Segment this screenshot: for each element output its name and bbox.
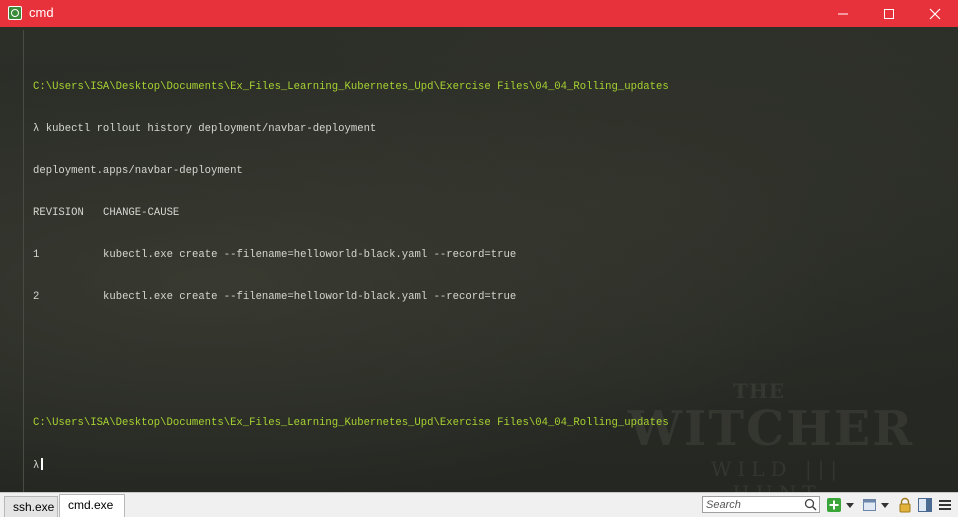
table-header: REVISION CHANGE-CAUSE <box>33 206 669 220</box>
status-tab-bar: ssh.exe cmd.exe <box>0 492 958 517</box>
text-cursor <box>41 458 44 470</box>
command-line: λ kubectl rollout history deployment/nav… <box>33 123 377 135</box>
prompt-path: C:\Users\ISA\Desktop\Documents\Ex_Files_… <box>33 417 669 429</box>
maximize-button[interactable] <box>866 0 912 27</box>
tab-ssh[interactable]: ssh.exe <box>4 496 58 517</box>
split-view-icon[interactable] <box>917 497 933 513</box>
prompt-symbol: λ <box>33 460 40 472</box>
chevron-down-icon[interactable] <box>845 497 855 513</box>
search-icon[interactable] <box>804 498 817 511</box>
search-box[interactable] <box>702 496 820 513</box>
maximize-icon <box>884 8 894 19</box>
close-button[interactable] <box>912 0 958 27</box>
table-row: 1 kubectl.exe create --filename=helloworl… <box>33 248 669 262</box>
prompt-path: C:\Users\ISA\Desktop\Documents\Ex_Files_… <box>33 81 669 93</box>
chevron-down-icon[interactable] <box>880 497 890 513</box>
change-cause-cell: kubectl.exe create --filename=helloworld… <box>103 249 517 261</box>
column-header: CHANGE-CAUSE <box>103 207 180 219</box>
window-title: cmd <box>29 5 54 20</box>
minimize-icon <box>838 13 848 14</box>
output-line: deployment.apps/navbar-deployment <box>33 165 243 177</box>
console-icon[interactable] <box>8 6 22 20</box>
column-header: REVISION <box>33 207 84 219</box>
title-bar: cmd <box>0 0 958 27</box>
minimize-button[interactable] <box>820 0 866 27</box>
search-input[interactable] <box>703 497 806 512</box>
revision-cell: 1 <box>33 249 40 261</box>
plus-icon[interactable] <box>826 497 842 513</box>
close-icon <box>929 8 941 19</box>
prompt-line[interactable]: λ <box>33 458 669 472</box>
change-cause-cell: kubectl.exe create --filename=helloworld… <box>103 291 517 303</box>
terminal-output[interactable]: C:\Users\ISA\Desktop\Documents\Ex_Files_… <box>33 52 669 486</box>
tab-cmd[interactable]: cmd.exe <box>59 494 125 517</box>
table-row: 2 kubectl.exe create --filename=helloworl… <box>33 290 669 304</box>
revision-cell: 2 <box>33 291 40 303</box>
hamburger-menu-icon[interactable] <box>937 497 953 513</box>
watermark-line-1: THE <box>733 379 786 403</box>
window-icon[interactable] <box>862 497 878 513</box>
lock-icon[interactable] <box>897 497 913 513</box>
console-gutter-divider <box>23 30 24 492</box>
